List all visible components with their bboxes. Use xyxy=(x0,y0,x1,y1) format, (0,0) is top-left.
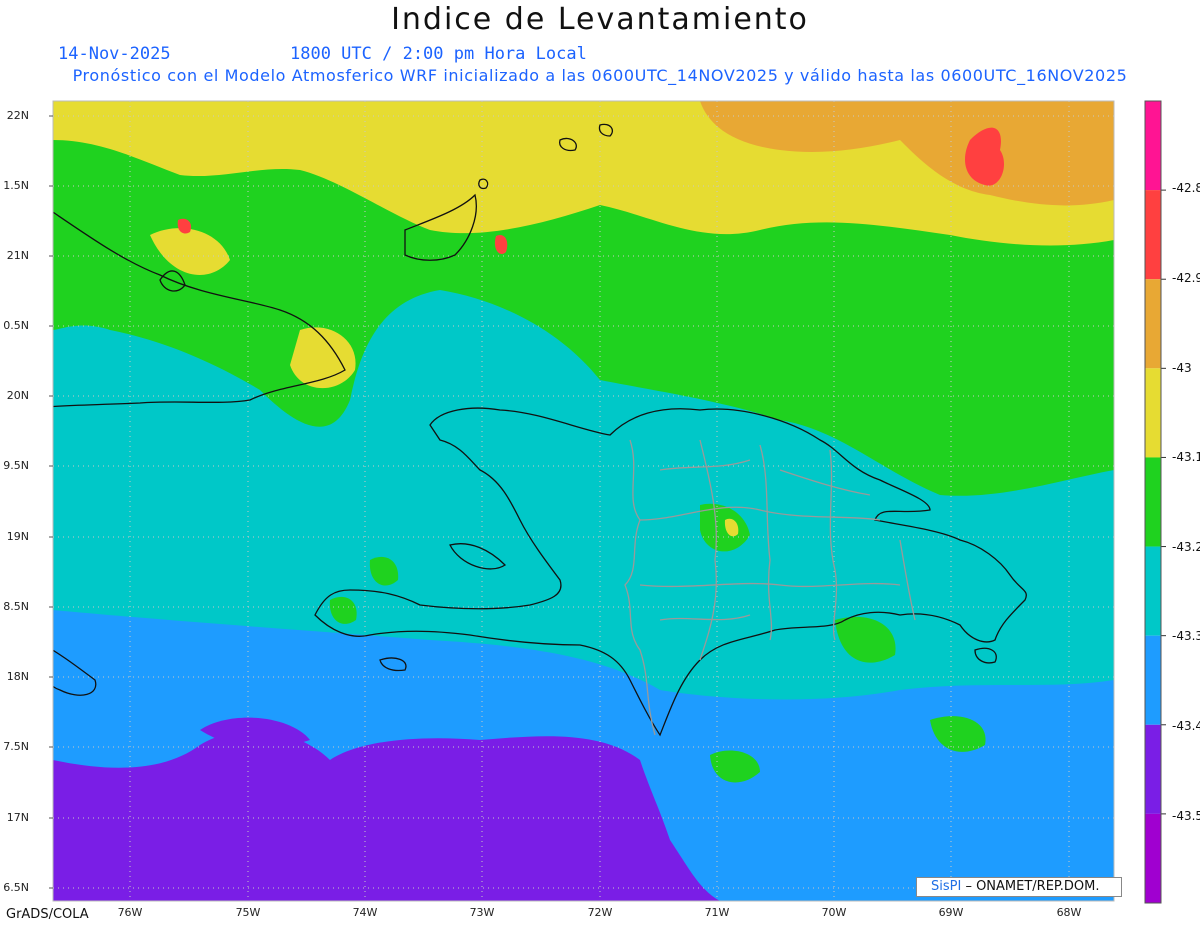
axis-ticks xyxy=(49,115,53,889)
lat-label: 21N xyxy=(6,249,29,262)
lon-label: 75W xyxy=(235,906,261,919)
colorbar-segment xyxy=(1145,368,1161,458)
colorbar-label: -43.3 xyxy=(1172,629,1200,643)
lon-label: 76W xyxy=(117,906,143,919)
colorbar xyxy=(1144,100,1166,904)
colorbar-label: -43.4 xyxy=(1172,719,1200,733)
lon-label: 70W xyxy=(821,906,847,919)
lat-label: 20N xyxy=(6,389,29,402)
lat-label: 19N xyxy=(6,530,29,543)
lat-label: 6.5N xyxy=(3,881,29,894)
colorbar-label: -42.9 xyxy=(1172,271,1200,285)
lat-label: 9.5N xyxy=(3,459,29,472)
lon-label: 68W xyxy=(1056,906,1082,919)
lat-label: 1.5N xyxy=(3,179,29,192)
lon-label: 71W xyxy=(704,906,730,919)
colorbar-segment xyxy=(1145,813,1161,903)
colorbar-segment xyxy=(1145,457,1161,547)
credit-box: SisPI – ONAMET/REP.DOM. xyxy=(916,877,1122,897)
lon-label: 74W xyxy=(352,906,378,919)
lat-label: 7.5N xyxy=(3,740,29,753)
colorbar-label: -43.2 xyxy=(1172,540,1200,554)
colorbar-label: -42.8 xyxy=(1172,181,1200,195)
lat-label: 17N xyxy=(6,811,29,824)
lat-label: 18N xyxy=(6,670,29,683)
colorbar-segment xyxy=(1145,546,1161,636)
colorbar-label: -43 xyxy=(1172,361,1192,375)
colorbar-segment xyxy=(1145,635,1161,725)
field-shading xyxy=(53,101,1114,901)
lon-label: 73W xyxy=(469,906,495,919)
lat-label: 0.5N xyxy=(3,319,29,332)
colorbar-label: -43.5 xyxy=(1172,809,1200,823)
colorbar-segment xyxy=(1145,279,1161,369)
colorbar-label: -43.1 xyxy=(1172,450,1200,464)
colorbar-segment xyxy=(1145,101,1161,191)
lat-label: 8.5N xyxy=(3,600,29,613)
colorbar-segment xyxy=(1145,724,1161,814)
colorbar-segment xyxy=(1145,190,1161,280)
software-credit: GrADS/COLA xyxy=(6,907,89,922)
lifted-index-map xyxy=(49,100,1166,904)
lon-label: 69W xyxy=(938,906,964,919)
lon-label: 72W xyxy=(587,906,613,919)
lat-label: 22N xyxy=(6,109,29,122)
sispi-logo: SisPI xyxy=(931,879,962,894)
credit-text: – ONAMET/REP.DOM. xyxy=(961,879,1100,894)
